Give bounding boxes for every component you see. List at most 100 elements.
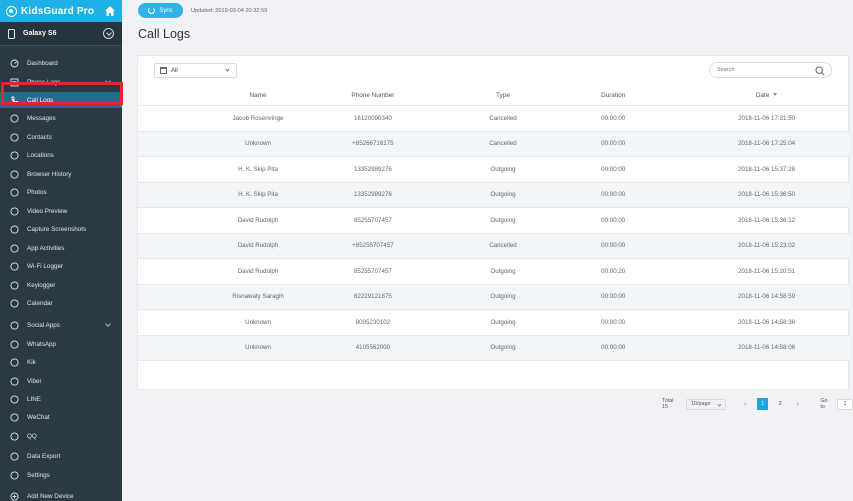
sidebar-item-contacts[interactable]: Contacts	[0, 129, 122, 145]
sidebar-item-qq[interactable]: QQ	[0, 428, 122, 444]
sidebar-item-kik[interactable]: Kik	[0, 354, 122, 370]
cell-name: David Rudolph	[237, 267, 279, 275]
cell-phone: 85255707457	[353, 267, 392, 275]
prev-page-button[interactable]: ‹	[739, 398, 750, 410]
sidebar-item-wechat[interactable]: WeChat	[0, 409, 122, 425]
table-row[interactable]: David Rudolph +85255707457 Cancelled 00:00:…	[138, 233, 850, 259]
filter-selected-value: All	[171, 67, 178, 74]
sidebar-item-settings[interactable]: Settings	[0, 467, 122, 483]
table-row[interactable]: Jacob Rosenvinge 16120090340 Cancelled 00:0…	[138, 106, 850, 132]
chevron-down-icon[interactable]	[105, 78, 111, 84]
sidebar-item-social-apps[interactable]: Social Apps	[0, 317, 122, 333]
call-type-cell	[138, 317, 183, 327]
sidebar-item-label: QQ	[27, 432, 37, 440]
home-icon[interactable]	[104, 5, 116, 17]
wechat-icon	[10, 412, 19, 422]
table-row[interactable]: David Rudolph 85255707457 Outgoing 00:00:20…	[138, 259, 850, 285]
pagination: Total 15 10/page ‹ 1 2 › Go to	[662, 398, 853, 410]
sidebar-item-whatsapp[interactable]: WhatsApp	[0, 336, 122, 352]
sidebar-item-messages[interactable]: Messages	[0, 110, 122, 126]
sidebar-item-dashboard[interactable]: Dashboard	[0, 55, 122, 71]
sidebar-item-add-new-device[interactable]: Add New Device	[0, 488, 122, 501]
cell-type: Outgoing	[490, 267, 516, 275]
sidebar-item-keylogger[interactable]: Keylogger	[0, 277, 122, 293]
sidebar-item-video-preview[interactable]: Video Preview	[0, 203, 122, 219]
page-size-select[interactable]: 10/page	[686, 398, 727, 410]
screenshot-icon	[10, 224, 19, 234]
table-header: Name Phone Number Type Duration Date	[138, 85, 850, 106]
table-row[interactable]: David Rudolph 85255707457 Outgoing 00:00:00…	[138, 208, 850, 234]
dashboard-icon	[10, 59, 19, 68]
table-row[interactable]: Unknown +85266716175 Cancelled 00:00:00 2018…	[138, 131, 850, 157]
search-box	[709, 62, 832, 78]
sidebar-item-label: Kik	[27, 358, 36, 366]
video-icon	[10, 206, 19, 216]
sidebar-item-line[interactable]: LINE	[0, 391, 122, 407]
last-updated-text: Updated: 2019-03-04 20:32:59	[191, 7, 268, 14]
table-row[interactable]: Unknown 8005230102 Outgoing 00:00:00 2018-11…	[138, 310, 850, 336]
sidebar-item-label: Browser History	[27, 170, 72, 178]
sort-caret-icon[interactable]	[773, 93, 778, 97]
call-type-cell	[138, 292, 183, 302]
sidebar-item-calendar[interactable]: Calendar	[0, 295, 122, 311]
table-row[interactable]: Unknown 4105562000 Outgoing 00:00:00 2018-11…	[138, 335, 850, 361]
date-filter-select[interactable]: All	[154, 63, 237, 78]
calendar-icon	[160, 67, 167, 74]
search-input[interactable]	[717, 67, 812, 73]
sidebar-item-locations[interactable]: Locations	[0, 147, 122, 163]
sidebar-item-capture-screenshots[interactable]: Capture Screenshots	[0, 221, 122, 237]
page-title: Call Logs	[138, 27, 191, 41]
chevron-down-icon[interactable]	[105, 321, 111, 327]
table-row[interactable]: H. K. Skip Pita 13352989276 Outgoing 00:00:…	[138, 157, 850, 183]
call-type-cell	[138, 113, 183, 123]
sidebar-item-label: App Activities	[27, 244, 65, 252]
sidebar-item-label: Phone Logs	[27, 78, 61, 86]
cell-phone: 16120090340	[353, 114, 392, 122]
sync-button[interactable]: Sync	[138, 3, 183, 18]
search-icon[interactable]	[815, 66, 825, 76]
header-type: Type	[496, 91, 510, 99]
cell-type: Outgoing	[490, 293, 516, 301]
sidebar-item-wi-fi-logger[interactable]: Wi-Fi Logger	[0, 258, 122, 274]
call-type-cell	[138, 190, 183, 200]
sidebar-item-label: Capture Screenshots	[27, 225, 87, 233]
call-type-cell	[138, 139, 183, 149]
chevron-down-icon[interactable]	[103, 28, 114, 39]
sidebar-item-phone-logs[interactable]: Phone Logs	[0, 74, 122, 90]
page-button-1[interactable]: 1	[756, 398, 769, 410]
cell-phone: 4105562000	[355, 344, 391, 352]
sidebar-item-label: Call Logs	[27, 96, 54, 104]
globe-icon	[10, 169, 19, 179]
sidebar-item-label: Data Export	[27, 452, 61, 460]
table-row[interactable]: H. K. Skip Pita 13352989276 Outgoing 00:00:…	[138, 182, 850, 208]
call-type-cell	[138, 164, 183, 174]
sidebar-item-label: Messages	[27, 114, 56, 122]
device-selector[interactable]: Galaxy S6	[0, 22, 122, 46]
page-button-2[interactable]: 2	[774, 398, 785, 410]
cell-duration: 00:00:00	[601, 216, 626, 224]
pagination-total: Total 15	[662, 398, 674, 410]
sidebar-item-photos[interactable]: Photos	[0, 184, 122, 200]
app-activity-icon	[10, 243, 19, 253]
cell-name: Jacob Rosenvinge	[232, 114, 284, 122]
table-row[interactable]: Risnawaty Saragih 62229121875 Outgoing 00:0…	[138, 284, 850, 310]
topbar: Sync Updated: 2019-03-04 20:32:59	[138, 3, 267, 18]
cell-type: Cancelled	[489, 140, 517, 148]
sidebar-item-app-activities[interactable]: App Activities	[0, 240, 122, 256]
header-date[interactable]: Date	[683, 92, 850, 99]
sidebar-item-label: Social Apps	[27, 321, 60, 329]
next-page-button[interactable]: ›	[792, 398, 803, 410]
goto-page-input[interactable]	[836, 398, 853, 410]
sidebar-item-viber[interactable]: Viber	[0, 373, 122, 389]
whatsapp-icon	[10, 339, 19, 349]
line-icon	[10, 394, 19, 404]
sidebar-item-browser-history[interactable]: Browser History	[0, 166, 122, 182]
sidebar-item-call-logs[interactable]: Call Logs	[0, 92, 122, 108]
list-icon	[10, 78, 19, 87]
sidebar-item-data-export[interactable]: Data Export	[0, 448, 122, 464]
message-icon	[10, 113, 19, 123]
kidsguard-logo-icon	[6, 5, 17, 17]
qq-icon	[10, 431, 19, 441]
brand-name: KidsGuard Pro	[21, 5, 95, 17]
photo-icon	[10, 187, 19, 197]
